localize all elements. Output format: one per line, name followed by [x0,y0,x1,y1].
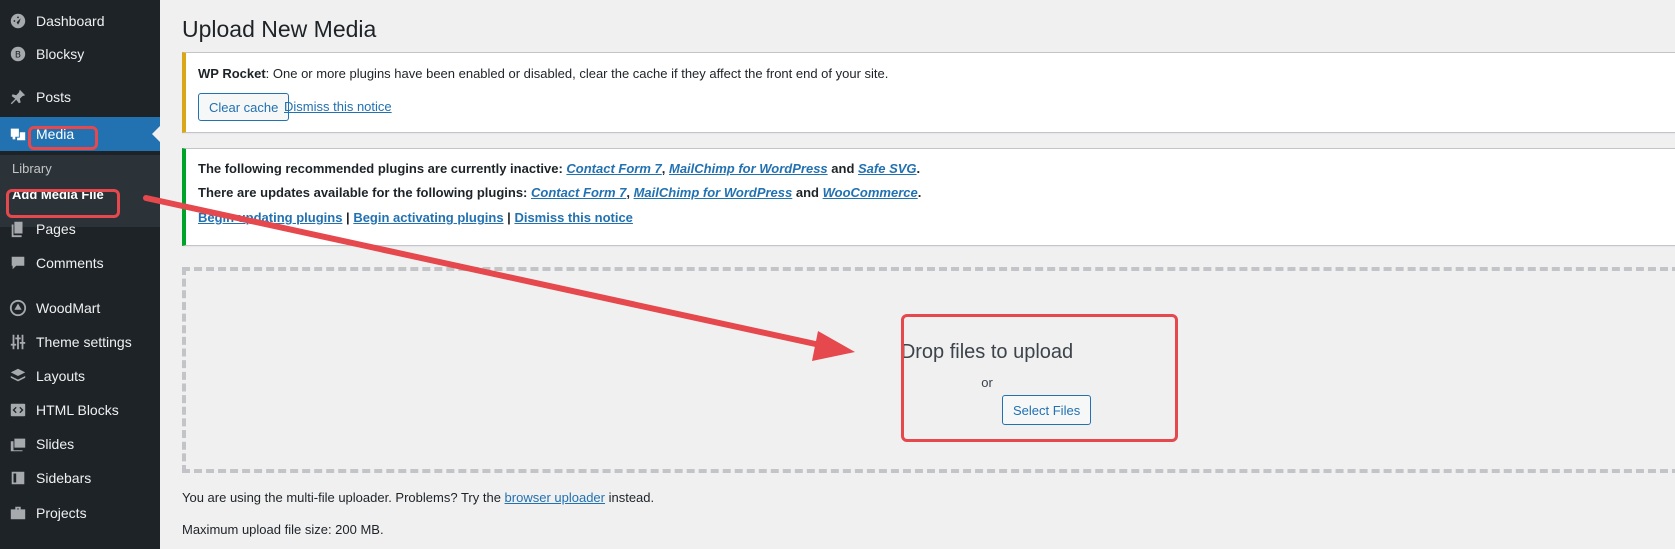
pin-icon [8,87,28,107]
sidebar-item-label: Projects [36,505,87,521]
update-link-mailchimp[interactable]: MailChimp for WordPress [634,185,793,200]
dashboard-icon [8,11,28,31]
update-link-contact-form-7[interactable]: Contact Form 7 [531,185,626,200]
inactive-plugins-line: The following recommended plugins are cu… [198,161,920,176]
pipe-separator: | [503,210,515,225]
multi-uploader-info: You are using the multi-file uploader. P… [182,490,654,505]
sidebar-item-label: Blocksy [36,46,85,62]
wp-rocket-message: WP Rocket: One or more plugins have been… [198,66,888,81]
submenu-item-add-media-file[interactable]: Add Media File [12,187,104,202]
inactive-text: The following recommended plugins are cu… [198,161,567,176]
briefcase-icon [8,503,28,523]
plugin-link-contact-form-7[interactable]: Contact Form 7 [566,161,661,176]
sidebar-item-label: WoodMart [36,300,101,316]
current-menu-arrow [152,126,160,142]
plugin-actions-line: Begin updating plugins | Begin activatin… [198,210,633,225]
period-text: . [917,185,922,200]
admin-sidebar: Dashboard B Blocksy Posts Media Library … [0,0,160,549]
drop-or-text: or [981,375,993,390]
sidebar-item-layouts[interactable]: Layouts [0,359,160,393]
page-title: Upload New Media [182,16,377,42]
sidebar-item-woodmart[interactable]: WoodMart [0,291,160,325]
sidebar-item-comments[interactable]: Comments [0,246,160,280]
drop-inner: Drop files to upload or Select Files [186,271,1675,469]
code-icon [8,400,28,420]
and-text: and [827,161,859,176]
comments-icon [8,253,28,273]
wp-rocket-brand: WP Rocket [198,66,266,81]
wp-rocket-notice: WP Rocket: One or more plugins have been… [182,52,1675,133]
clear-cache-button[interactable]: Clear cache [198,93,290,121]
media-icon [8,124,28,144]
sep-text: , [626,185,634,200]
sidebar-item-html-blocks[interactable]: HTML Blocks [0,393,160,427]
pipe-separator: | [342,210,354,225]
svg-text:B: B [15,51,21,61]
sidebar-item-label: Pages [36,221,76,237]
drop-files-title: Drop files to upload [900,341,1074,363]
sidebar-item-label: Slides [36,436,75,452]
sidebar-item-dashboard[interactable]: Dashboard [0,4,160,38]
update-link-woocommerce[interactable]: WooCommerce [823,185,918,200]
plugins-notice: The following recommended plugins are cu… [182,148,1675,246]
submenu-item-library[interactable]: Library [12,161,52,176]
plugin-link-mailchimp[interactable]: MailChimp for WordPress [669,161,828,176]
layers-icon [8,366,28,386]
sidebar-item-label: Theme settings [36,334,132,350]
main-content: Upload New Media WP Rocket: One or more … [160,0,1675,549]
sidebar-item-projects[interactable]: Projects [0,496,160,530]
pages-icon [8,219,28,239]
sidebar-item-label: Comments [36,255,104,271]
sidebar-item-posts[interactable]: Posts [0,80,160,114]
sep-text: , [661,161,669,176]
sidebar-item-pages[interactable]: Pages [0,212,160,246]
plugin-link-safe-svg[interactable]: Safe SVG [858,161,917,176]
sidebar-item-blocksy[interactable]: B Blocksy [0,37,160,71]
begin-updating-link[interactable]: Begin updating plugins [198,210,342,225]
sidebar-item-slides[interactable]: Slides [0,427,160,461]
sidebar-item-label: Posts [36,89,72,105]
dismiss-plugins-notice-link[interactable]: Dismiss this notice [514,210,632,225]
slides-icon [8,434,28,454]
updates-plugins-line: There are updates available for the foll… [198,185,921,200]
sidebar-icon [8,468,28,488]
drag-drop-area[interactable]: Drop files to upload or Select Files [182,267,1675,473]
wp-rocket-text: : One or more plugins have been enabled … [265,66,889,81]
begin-activating-link[interactable]: Begin activating plugins [353,210,503,225]
woodmart-icon [8,298,28,318]
sliders-icon [8,332,28,352]
dismiss-notice-link[interactable]: Dismiss this notice [284,99,392,114]
updates-text: There are updates available for the foll… [198,185,531,200]
sidebar-item-sidebars[interactable]: Sidebars [0,461,160,495]
select-files-button[interactable]: Select Files [1002,395,1092,425]
and-text: and [792,185,823,200]
max-upload-size: Maximum upload file size: 200 MB. [182,522,384,537]
sidebar-item-theme-settings[interactable]: Theme settings [0,325,160,359]
multi-suffix-text: instead. [604,490,655,505]
sidebar-item-label: Media [36,126,75,142]
sidebar-item-label: HTML Blocks [36,402,119,418]
blocksy-icon: B [8,44,28,64]
period-text: . [916,161,921,176]
browser-uploader-link[interactable]: browser uploader [505,490,605,505]
sidebar-item-label: Layouts [36,368,86,384]
multi-prefix-text: You are using the multi-file uploader. P… [182,490,505,505]
sidebar-item-label: Sidebars [36,470,92,486]
sidebar-item-label: Dashboard [36,13,105,29]
sidebar-item-media[interactable]: Media [0,117,160,151]
